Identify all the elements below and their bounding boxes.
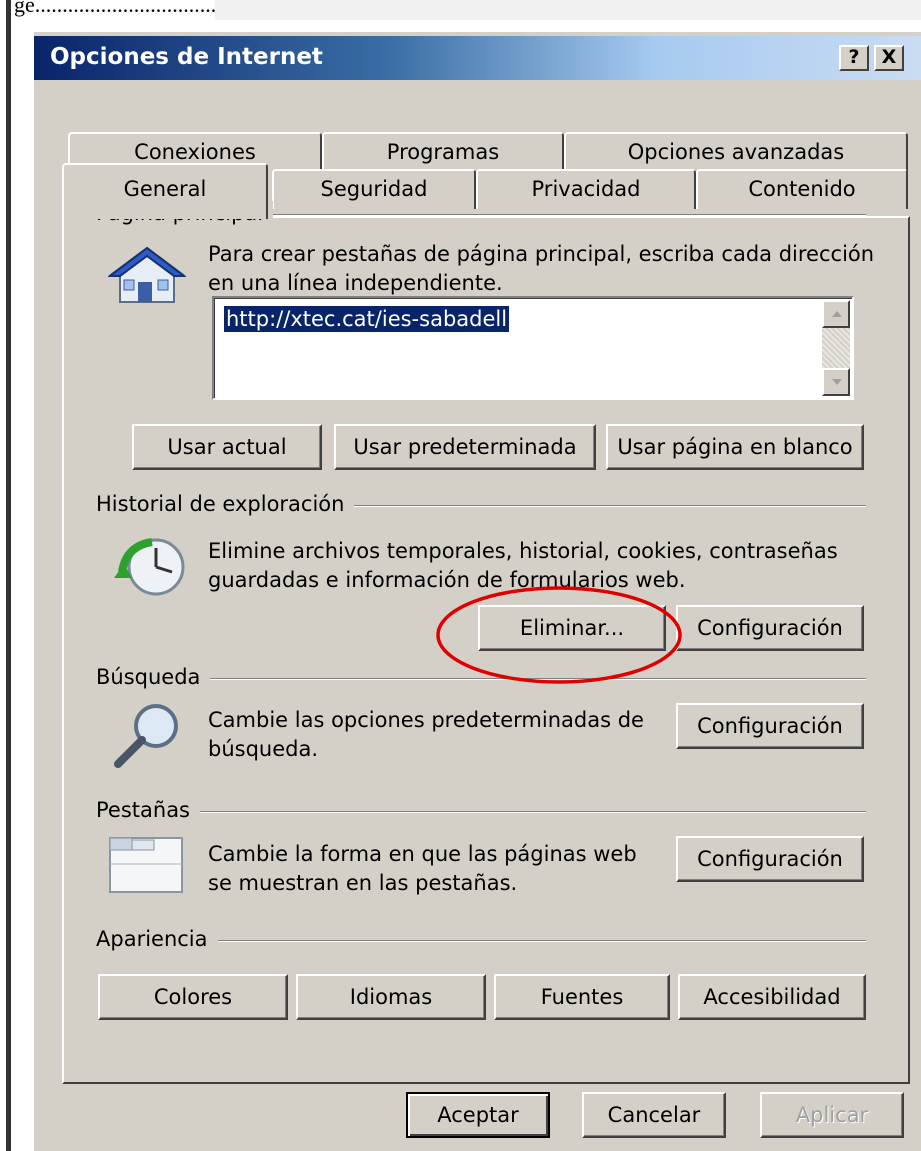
url-scrollbar[interactable] [822, 300, 850, 396]
arrow-up-icon [832, 311, 842, 317]
tabs-settings-button[interactable]: Configuración [676, 836, 864, 882]
search-divider [96, 678, 866, 680]
dialog-title: Opciones de Internet [50, 44, 323, 70]
accessibility-button[interactable]: Accesibilidad [678, 974, 866, 1020]
help-button[interactable]: ? [839, 45, 869, 71]
tabs-description-line2: se muestran en las pestañas. [208, 871, 518, 895]
home-page-description-line2: en una línea independiente. [208, 271, 503, 295]
tabs-window-icon [109, 837, 183, 893]
cancel-button[interactable]: Cancelar [582, 1092, 726, 1138]
tab-programas[interactable]: Programas [322, 132, 564, 172]
history-description-line1: Elimine archivos temporales, historial, … [208, 539, 838, 563]
screenshot-page: ge................................. Opci… [0, 0, 921, 1151]
apply-button[interactable]: Aplicar [760, 1092, 904, 1138]
use-current-button[interactable]: Usar actual [132, 424, 322, 470]
tab-opciones-avanzadas[interactable]: Opciones avanzadas [564, 132, 908, 172]
tabs-description-line1: Cambie la forma en que las páginas web [208, 842, 637, 866]
search-description-line1: Cambie las opciones predeterminadas de [208, 708, 644, 732]
house-icon [108, 246, 186, 303]
search-section-title: Búsqueda [96, 665, 211, 689]
colors-button[interactable]: Colores [98, 974, 288, 1020]
history-section-title: Historial de exploración [96, 492, 355, 516]
use-blank-button[interactable]: Usar página en blanco [606, 424, 864, 470]
background-strip [215, 0, 921, 20]
home-page-description-line1: Para crear pestañas de página principal,… [208, 242, 875, 266]
arrow-down-icon [832, 379, 842, 385]
search-description-line2: búsqueda. [208, 737, 319, 761]
home-page-url-input[interactable]: http://xtec.cat/ies-sabadell [212, 296, 854, 400]
history-settings-button[interactable]: Configuración [676, 605, 864, 651]
tab-contenido[interactable]: Contenido [696, 169, 908, 209]
tabs-divider [96, 811, 866, 813]
background-rule [6, 0, 11, 1151]
search-settings-button[interactable]: Configuración [676, 703, 864, 749]
languages-button[interactable]: Idiomas [296, 974, 486, 1020]
background-text-fragment: ge................................. [14, 0, 217, 17]
home-page-url-value: http://xtec.cat/ies-sabadell [224, 306, 510, 332]
delete-history-button[interactable]: Eliminar... [478, 605, 666, 651]
tab-privacidad[interactable]: Privacidad [476, 169, 696, 209]
appearance-section-title: Apariencia [96, 927, 218, 951]
magnifier-icon [114, 704, 178, 768]
fonts-button[interactable]: Fuentes [494, 974, 670, 1020]
scroll-up-button[interactable] [822, 300, 850, 328]
close-button[interactable]: X [874, 45, 904, 71]
ok-button[interactable]: Aceptar [406, 1092, 550, 1138]
tab-general[interactable]: General [62, 163, 268, 219]
tab-seguridad[interactable]: Seguridad [272, 169, 476, 209]
history-description-line2: guardadas e información de formularios w… [208, 568, 686, 592]
scroll-down-button[interactable] [822, 368, 850, 396]
tabs-section-title: Pestañas [96, 798, 200, 822]
history-clock-icon [114, 538, 185, 596]
use-default-button[interactable]: Usar predeterminada [334, 424, 596, 470]
title-bar[interactable]: Opciones de Internet ? X [34, 36, 921, 80]
